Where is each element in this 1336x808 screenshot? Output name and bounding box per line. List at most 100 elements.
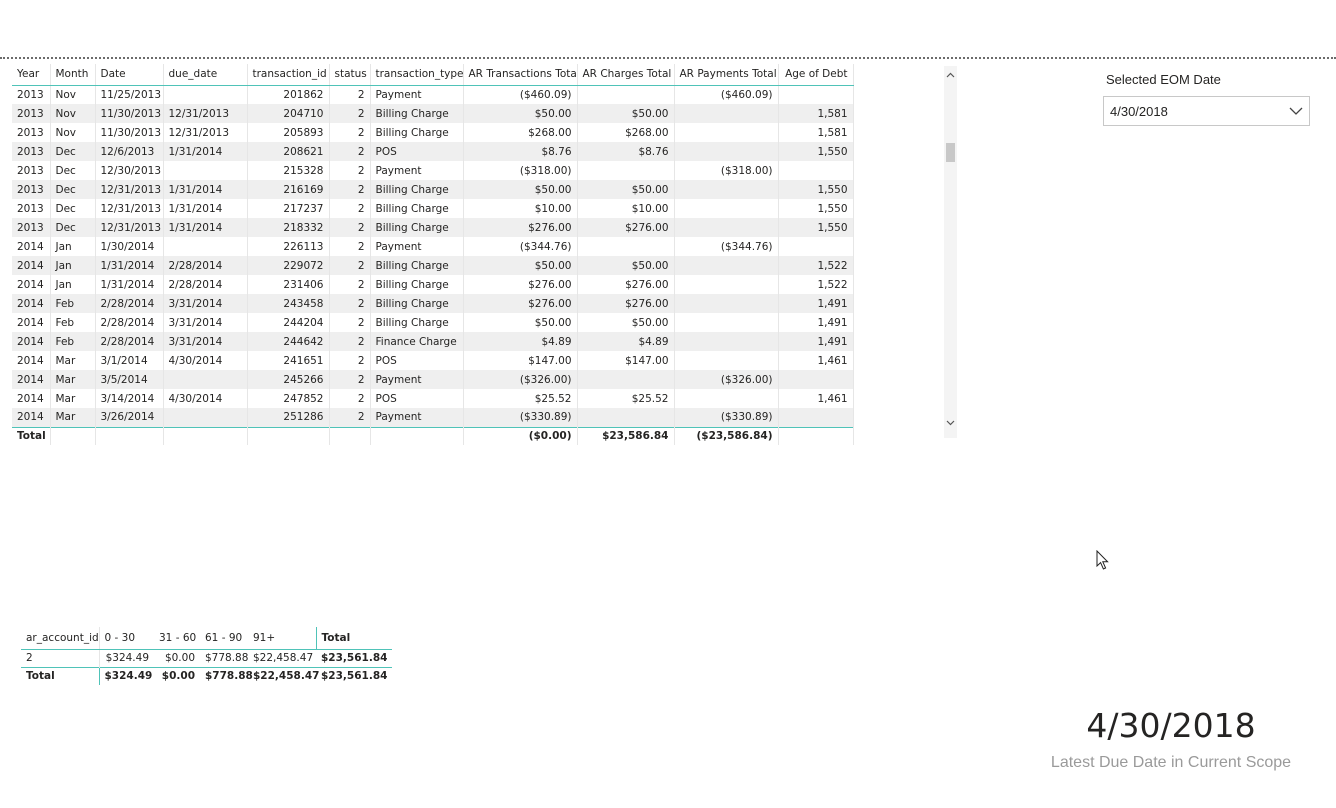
- table-row[interactable]: 2014 Mar 3/5/2014 245266 2 Payment ($326.00) ($…: [12, 370, 854, 389]
- cell-due-date: [163, 161, 248, 180]
- aging-header-account-id[interactable]: ar_account_id: [21, 627, 100, 650]
- cell-transaction-id: 243458: [247, 294, 330, 313]
- table-row[interactable]: 2014 Jan 1/31/2014 2/28/2014 231406 2 Billing …: [12, 275, 854, 294]
- cell-transaction-type: Billing Charge: [370, 313, 464, 332]
- cell-transaction-id: 215328: [247, 161, 330, 180]
- scrollbar-thumb[interactable]: [946, 143, 955, 162]
- table-row[interactable]: 2014 Feb 2/28/2014 3/31/2014 244642 2 Finance …: [12, 332, 854, 351]
- cell-year: 2014: [12, 351, 51, 370]
- cell-ar-payments-total: [674, 351, 779, 370]
- cell-ar-transactions-total: $276.00: [463, 275, 578, 294]
- card-label: Latest Due Date in Current Scope: [1050, 754, 1292, 771]
- table-row[interactable]: 2013 Dec 12/31/2013 1/31/2014 217237 2 Billing…: [12, 199, 854, 218]
- chevron-up-icon[interactable]: [944, 70, 957, 83]
- column-header-ar-payments-total[interactable]: AR Payments Total: [674, 64, 779, 86]
- cell-year: 2013: [12, 85, 51, 104]
- table-row[interactable]: 2014 Jan 1/31/2014 2/28/2014 229072 2 Billing …: [12, 256, 854, 275]
- table-row[interactable]: 2014 Mar 3/14/2014 4/30/2014 247852 2 POS $25.5…: [12, 389, 854, 408]
- cell-ar-transactions-total: $10.00: [463, 199, 578, 218]
- cell-due-date: 4/30/2014: [163, 351, 248, 370]
- aging-account-id[interactable]: 2: [21, 649, 100, 667]
- column-header-month[interactable]: Month: [50, 64, 96, 86]
- table-row[interactable]: 2013 Dec 12/30/2013 215328 2 Payment ($318.00)…: [12, 161, 854, 180]
- aging-header-61-90[interactable]: 61 - 90: [200, 627, 248, 650]
- eom-date-dropdown[interactable]: 4/30/2018: [1103, 96, 1310, 126]
- mouse-pointer-icon: [1096, 550, 1109, 570]
- aging-header-31-60[interactable]: 31 - 60: [154, 627, 200, 650]
- chevron-down-icon[interactable]: [944, 418, 957, 431]
- total-ar-charges: $23,586.84: [577, 426, 675, 445]
- cell-ar-charges-total: [577, 161, 675, 180]
- aging-header-91-plus[interactable]: 91+: [248, 627, 316, 650]
- table-row[interactable]: 2013 Dec 12/31/2013 1/31/2014 218332 2 Billing…: [12, 218, 854, 237]
- table-row[interactable]: 2014 Feb 2/28/2014 3/31/2014 243458 2 Billing …: [12, 294, 854, 313]
- column-header-date[interactable]: Date: [95, 64, 164, 86]
- table-row[interactable]: 2014 Mar 3/26/2014 251286 2 Payment ($330.89)(…: [12, 408, 854, 427]
- cell-year: 2013: [12, 123, 51, 142]
- transactions-table-visual[interactable]: Year Month Date due_date transaction_id …: [12, 64, 854, 445]
- cell-ar-transactions-total: ($318.00): [463, 161, 578, 180]
- cell-due-date: 12/31/2013: [163, 104, 248, 123]
- cell-month: Dec: [50, 142, 96, 161]
- column-header-ar-charges-total[interactable]: AR Charges Total: [577, 64, 675, 86]
- cell-date: 11/30/2013: [95, 104, 164, 123]
- cell-ar-payments-total: [674, 218, 779, 237]
- cell-transaction-type: Billing Charge: [370, 218, 464, 237]
- cell-due-date: [163, 408, 248, 427]
- cell-ar-charges-total: [577, 370, 675, 389]
- cell-year: 2014: [12, 237, 51, 256]
- table-row[interactable]: 2014 Jan 1/30/2014 226113 2 Payment ($344.76)(…: [12, 237, 854, 256]
- total-ar-payments: ($23,586.84): [674, 426, 779, 445]
- cell-date: 12/30/2013: [95, 161, 164, 180]
- cell-month: Mar: [50, 370, 96, 389]
- column-header-year[interactable]: Year: [12, 64, 51, 86]
- cell-transaction-type: Billing Charge: [370, 199, 464, 218]
- aging-total-0-30: $324.49: [98, 666, 154, 685]
- aging-header-row: ar_account_id 0 - 30 31 - 60 61 - 90 91+…: [21, 627, 392, 650]
- cell-due-date: 12/31/2013: [163, 123, 248, 142]
- column-header-transaction-id[interactable]: transaction_id: [247, 64, 330, 86]
- cell-date: 1/30/2014: [95, 237, 164, 256]
- cell-ar-payments-total: [674, 142, 779, 161]
- column-header-age-of-debt[interactable]: Age of Debt: [778, 64, 854, 86]
- cell-transaction-id: 201862: [247, 85, 330, 104]
- cell-ar-charges-total: $276.00: [577, 275, 675, 294]
- column-header-status[interactable]: status: [329, 64, 371, 86]
- table-scrollbar[interactable]: [944, 66, 957, 438]
- column-header-due-date[interactable]: due_date: [163, 64, 248, 86]
- aging-header-total[interactable]: Total: [315, 627, 392, 650]
- column-header-transaction-type[interactable]: transaction_type: [370, 64, 464, 86]
- cell-ar-transactions-total: $268.00: [463, 123, 578, 142]
- report-header-divider: [0, 57, 1336, 59]
- table-row[interactable]: 2013 Dec 12/6/2013 1/31/2014 208621 2 POS $8.76…: [12, 142, 854, 161]
- cell-date: 11/25/2013: [95, 85, 164, 104]
- table-row[interactable]: 2013 Dec 12/31/2013 1/31/2014 216169 2 Billing…: [12, 180, 854, 199]
- cell-ar-charges-total: $268.00: [577, 123, 675, 142]
- cell-age-of-debt: 1,461: [778, 351, 854, 370]
- cell-ar-charges-total: $8.76: [577, 142, 675, 161]
- column-header-ar-transactions-total[interactable]: AR Transactions Total: [463, 64, 578, 86]
- table-row[interactable]: 2014 Feb 2/28/2014 3/31/2014 244204 2 Billing …: [12, 313, 854, 332]
- cell-status: 2: [329, 161, 371, 180]
- cell-transaction-type: Finance Charge: [370, 332, 464, 351]
- cell-status: 2: [329, 142, 371, 161]
- cell-date: 3/14/2014: [95, 389, 164, 408]
- cell-month: Nov: [50, 85, 96, 104]
- table-row[interactable]: 2014 Mar 3/1/2014 4/30/2014 241651 2 POS $147.0…: [12, 351, 854, 370]
- total-ar-transactions: ($0.00): [463, 426, 578, 445]
- cell-status: 2: [329, 85, 371, 104]
- aging-matrix-visual[interactable]: ar_account_id 0 - 30 31 - 60 61 - 90 91+…: [21, 627, 393, 685]
- table-row[interactable]: 2013 Nov 11/30/2013 12/31/2013 205893 2 Billin…: [12, 123, 854, 142]
- cell-ar-transactions-total: $4.89: [463, 332, 578, 351]
- cell-age-of-debt: 1,581: [778, 123, 854, 142]
- table-row[interactable]: 2013 Nov 11/25/2013 201862 2 Payment ($460.09)…: [12, 85, 854, 104]
- table-row[interactable]: 2013 Nov 11/30/2013 12/31/2013 204710 2 Billin…: [12, 104, 854, 123]
- cell-transaction-type: POS: [370, 351, 464, 370]
- cell-due-date: 2/28/2014: [163, 256, 248, 275]
- aging-header-0-30[interactable]: 0 - 30: [99, 627, 154, 650]
- cell-month: Dec: [50, 218, 96, 237]
- cell-year: 2014: [12, 294, 51, 313]
- cell-transaction-id: 245266: [247, 370, 330, 389]
- cell-ar-payments-total: ($318.00): [674, 161, 779, 180]
- slicer-selected-value: 4/30/2018: [1110, 103, 1168, 119]
